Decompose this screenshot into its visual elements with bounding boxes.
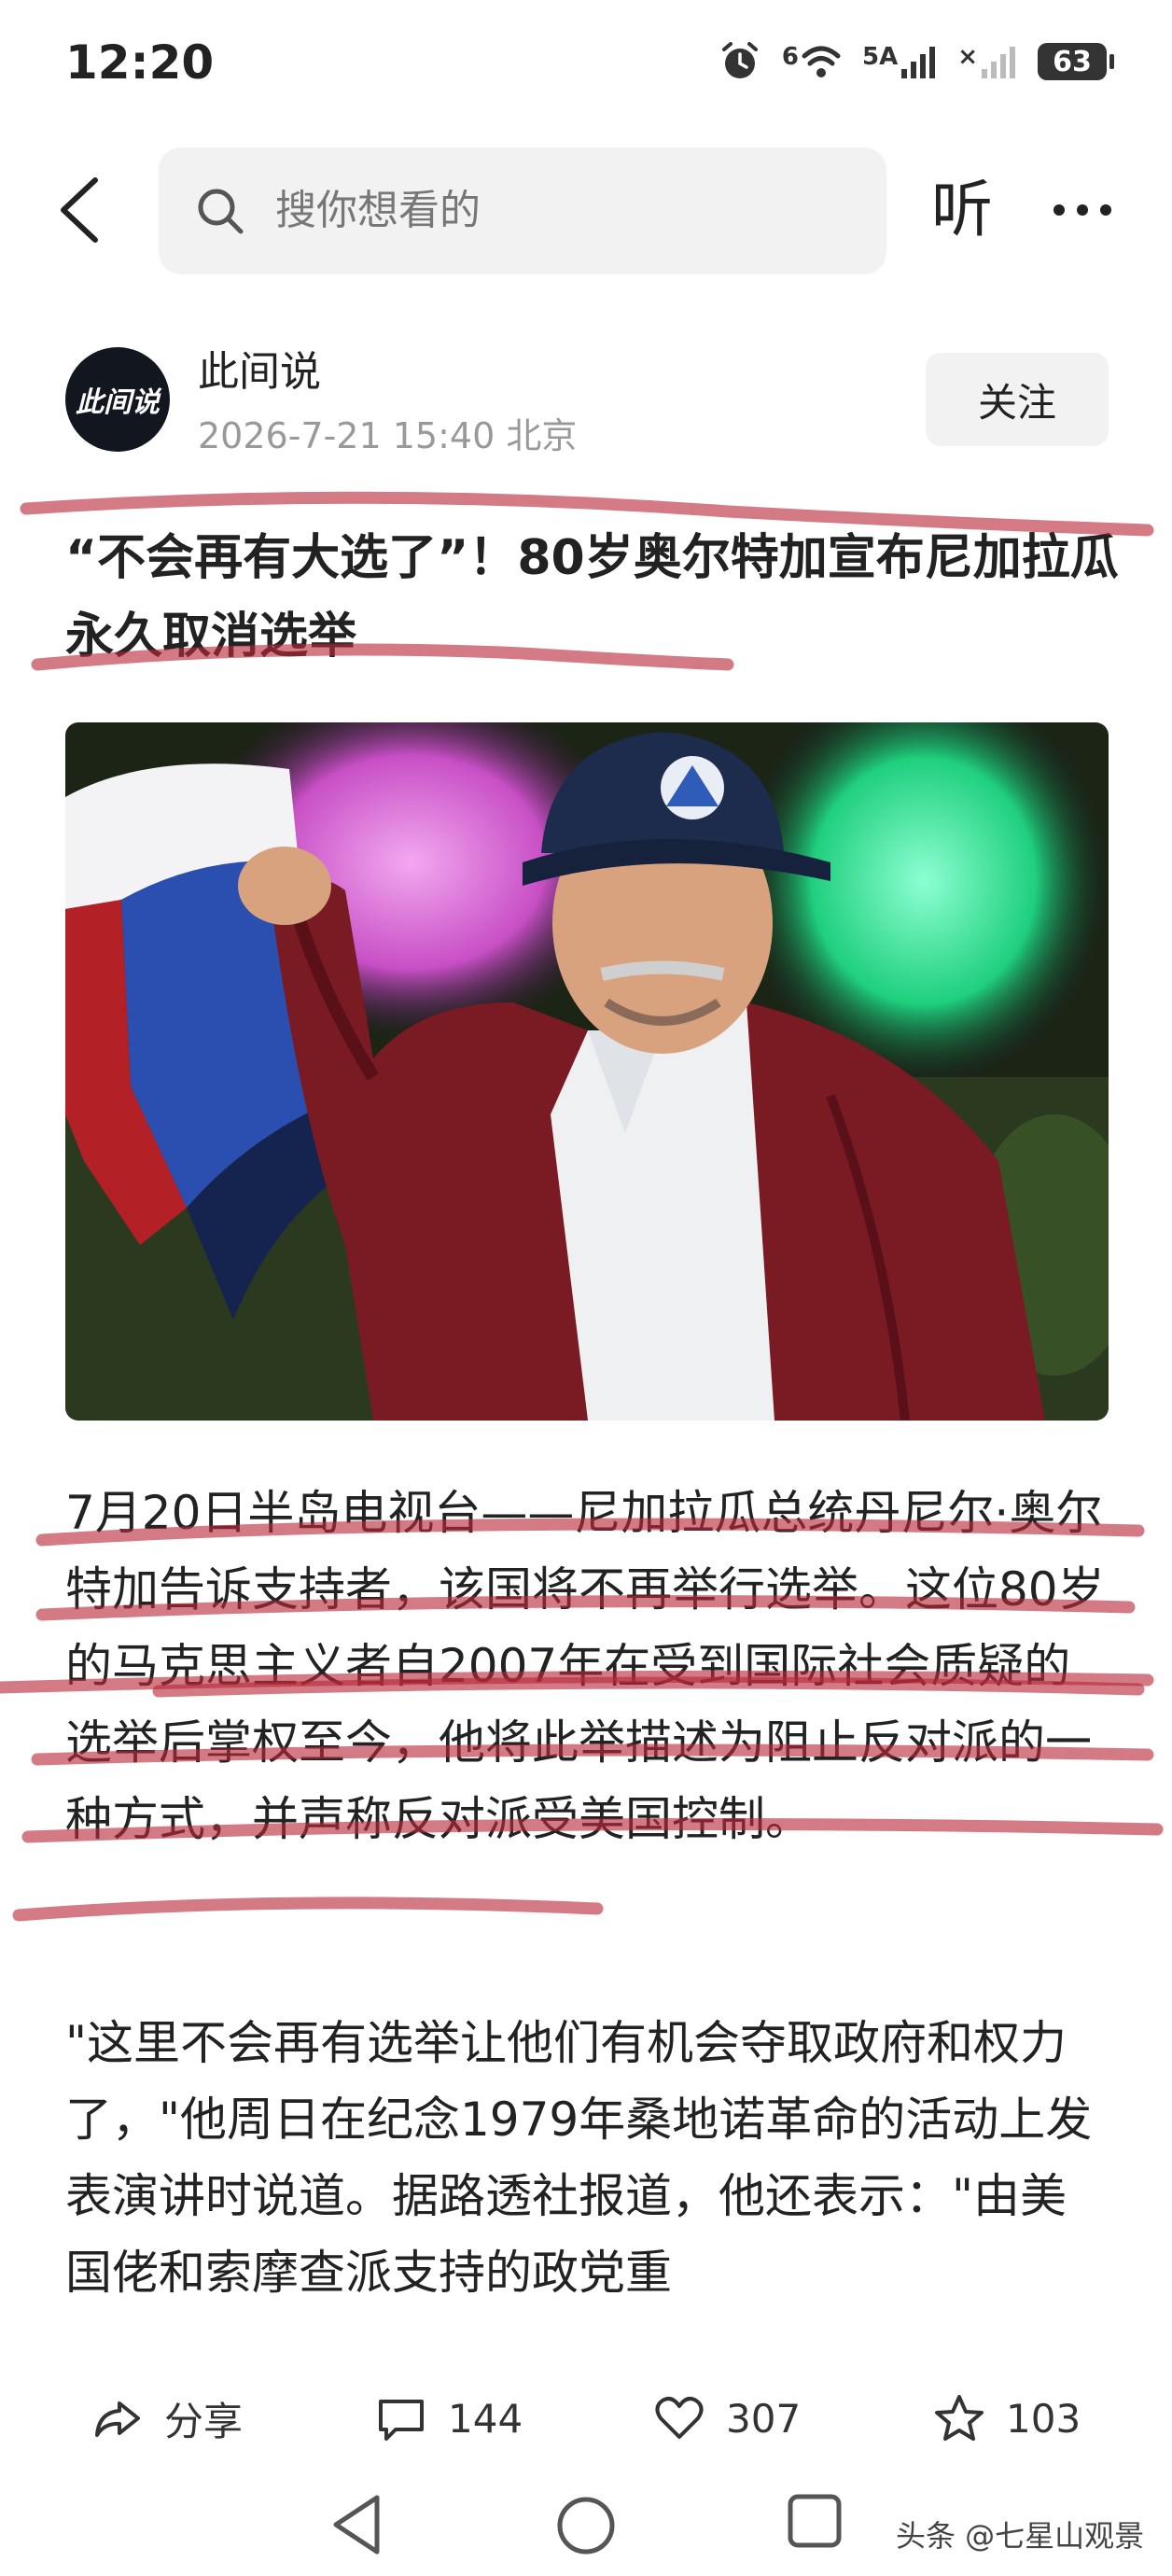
star-icon [935,2395,984,2441]
no-signal-mark: × [957,43,978,71]
nav-recent-apps-icon[interactable] [786,2492,844,2550]
nav-home-icon[interactable] [554,2494,618,2557]
network-6-label: 6 [781,43,799,71]
like-count: 307 [726,2395,802,2442]
watermark: 头条 @七星山观景 [896,2518,1145,2554]
article-headline: “不会再有大选了”！80岁奥尔特加宣布尼加拉瓜永久取消选举 [65,530,1119,665]
listen-button[interactable]: 听 [931,173,993,247]
wifi-icon [802,46,841,77]
search-placeholder: 搜你想看的 [275,187,481,234]
status-time: 12:20 [65,35,215,90]
more-options-icon[interactable] [1050,177,1115,243]
like-button[interactable]: 307 [653,2386,801,2451]
article-paragraph: "这里不会再有选举让他们有机会夺取政府和权力了，"他周日在纪念1979年桑地诺革… [65,2016,1093,2300]
nav-back-icon[interactable] [328,2492,384,2557]
heart-icon [655,2397,704,2439]
article-photo[interactable] [65,722,1109,1421]
share-icon [95,2401,140,2437]
network-5a-label: 5A [861,43,899,71]
status-icons: 6 5A × 63 [719,34,1114,90]
author-name[interactable]: 此间说 [198,338,321,398]
favorite-count: 103 [1006,2395,1081,2442]
search-input[interactable]: 搜你想看的 [159,147,886,274]
share-button[interactable]: 分享 [91,2386,243,2451]
search-icon [198,189,244,234]
post-meta: 2026-7-21 15:40 北京 [198,415,578,456]
article-paragraph: 7月20日半岛电视台——尼加拉瓜总统丹尼尔·奥尔特加告诉支持者，该国将不再举行选… [65,1486,1105,1846]
comment-icon [379,2400,424,2441]
battery-indicator: 63 [1038,43,1114,80]
back-arrow-icon[interactable] [49,173,114,247]
share-label: 分享 [164,2398,244,2444]
favorite-button[interactable]: 103 [933,2386,1081,2451]
author-avatar[interactable]: 此间说 [65,347,170,452]
marker-stroke [12,1897,604,1922]
signal-weak-icon [982,47,1015,78]
follow-button[interactable]: 关注 [926,353,1109,446]
comment-button[interactable]: 144 [375,2386,523,2451]
signal-icon [901,47,936,78]
comment-count: 144 [448,2395,523,2442]
alarm-icon [721,42,758,78]
